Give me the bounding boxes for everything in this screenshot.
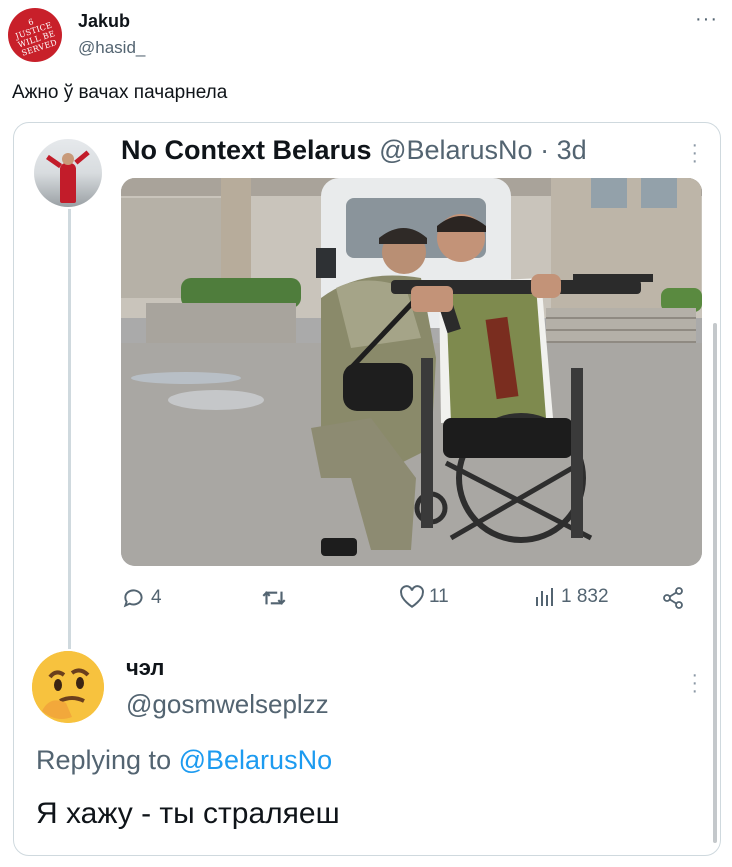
reply-author-name[interactable]: чэл xyxy=(126,655,164,681)
like-count: 11 xyxy=(429,586,449,607)
quoted-timestamp[interactable]: 3d xyxy=(557,135,587,165)
reply-author-avatar[interactable] xyxy=(32,651,104,723)
quoted-author-name[interactable]: No Context Belarus xyxy=(121,135,372,165)
share-button[interactable] xyxy=(661,585,685,611)
quoted-thread-card[interactable]: No Context Belarus @BelarusNo · 3d ··· xyxy=(13,122,721,856)
replying-to: Replying to @BelarusNo xyxy=(36,745,332,776)
separator-dot: · xyxy=(540,135,550,165)
quoted-author-handle[interactable]: @BelarusNo xyxy=(379,135,532,165)
reply-count: 4 xyxy=(151,587,162,608)
reply-author-handle[interactable]: @gosmwelseplzz xyxy=(126,689,329,720)
reply-more-icon[interactable]: · · · xyxy=(691,665,698,701)
reply-icon xyxy=(123,589,143,608)
quoted-more-icon[interactable]: · · · xyxy=(691,135,698,171)
tweet-actions: 4 11 1 832 xyxy=(121,585,683,615)
replying-label: Replying to xyxy=(36,745,172,775)
author-name[interactable]: Jakub xyxy=(78,11,130,32)
quoted-author-avatar[interactable] xyxy=(34,139,102,207)
tweet-text: Ажно ў вачах пачарнела xyxy=(12,82,228,103)
heart-icon xyxy=(400,585,424,608)
author-handle[interactable]: @hasid_ xyxy=(78,38,145,58)
views-button[interactable]: 1 832 xyxy=(533,585,609,609)
retweet-icon xyxy=(262,591,286,605)
thread-line xyxy=(68,209,71,649)
reply-button[interactable]: 4 xyxy=(121,585,162,611)
reply-text: Я хажу - ты страляеш xyxy=(36,797,340,830)
like-button[interactable]: 11 xyxy=(399,585,449,609)
views-icon xyxy=(536,588,553,606)
quoted-tweet-header: No Context Belarus @BelarusNo · 3d xyxy=(121,135,587,166)
scrollbar[interactable] xyxy=(713,323,717,843)
more-options-icon[interactable]: ··· xyxy=(695,8,718,31)
tweet-photo[interactable] xyxy=(121,178,702,566)
retweet-button[interactable] xyxy=(259,585,293,611)
share-icon xyxy=(663,587,683,609)
replying-mention-link[interactable]: @BelarusNo xyxy=(179,745,332,775)
views-count: 1 832 xyxy=(561,586,609,607)
avatar[interactable]: 6 JUSTICE WILL BE SERVED xyxy=(8,8,62,62)
avatar-logo-text: 6 JUSTICE WILL BE SERVED xyxy=(14,17,59,58)
